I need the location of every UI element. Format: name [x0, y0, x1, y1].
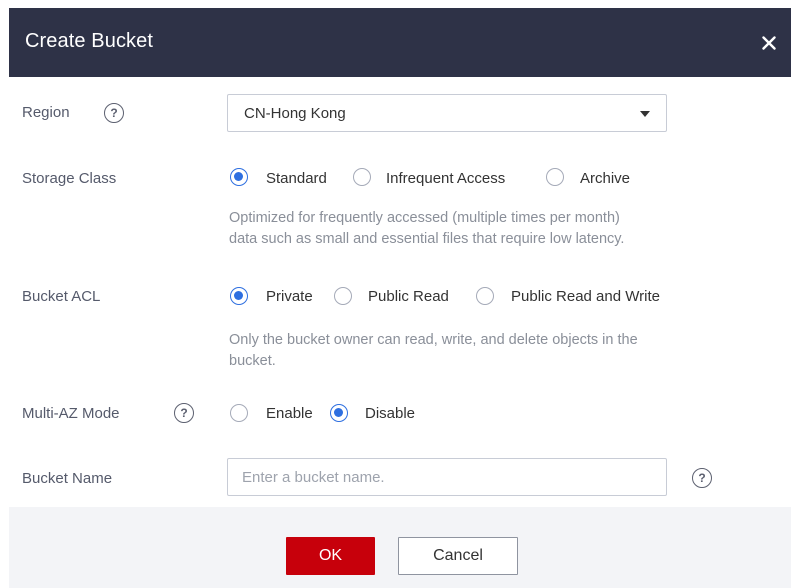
- create-bucket-dialog: Create Bucket Region ? CN-Hong Kong Stor…: [9, 8, 791, 588]
- multi-az-label: Multi-AZ Mode: [22, 405, 120, 422]
- bucket-acl-description-line1: Only the bucket owner can read, write, a…: [229, 332, 638, 348]
- bucket-acl-public-read-radio[interactable]: [334, 287, 352, 305]
- multi-az-disable-radio[interactable]: [330, 404, 348, 422]
- multi-az-disable-label[interactable]: Disable: [365, 405, 415, 422]
- storage-class-infrequent-radio[interactable]: [353, 168, 371, 186]
- dialog-footer: OK Cancel: [9, 507, 791, 588]
- close-icon[interactable]: [757, 31, 781, 55]
- storage-class-description-line2: data such as small and essential files t…: [229, 231, 625, 247]
- dropdown-arrow-icon: [640, 111, 650, 117]
- bucket-name-input[interactable]: Enter a bucket name.: [227, 458, 667, 496]
- bucket-acl-private-label[interactable]: Private: [266, 288, 313, 305]
- region-label: Region: [22, 104, 70, 121]
- dialog-header: Create Bucket: [9, 8, 791, 77]
- multi-az-enable-label[interactable]: Enable: [266, 405, 313, 422]
- bucket-acl-description-line2: bucket.: [229, 353, 276, 369]
- cancel-button[interactable]: Cancel: [398, 537, 518, 575]
- region-select[interactable]: CN-Hong Kong: [227, 94, 667, 132]
- bucket-acl-private-radio[interactable]: [230, 287, 248, 305]
- storage-class-label: Storage Class: [22, 170, 117, 187]
- bucket-acl-label: Bucket ACL: [22, 288, 101, 305]
- region-selected-value: CN-Hong Kong: [244, 105, 346, 122]
- bucket-acl-description: Only the bucket owner can read, write, a…: [229, 330, 779, 372]
- storage-class-description: Optimized for frequently accessed (multi…: [229, 208, 779, 250]
- storage-class-archive-label[interactable]: Archive: [580, 170, 630, 187]
- bucket-name-label: Bucket Name: [22, 470, 113, 487]
- bucket-acl-public-read-label[interactable]: Public Read: [368, 288, 449, 305]
- storage-class-infrequent-label[interactable]: Infrequent Access: [386, 170, 505, 187]
- bucket-name-help-icon[interactable]: ?: [692, 468, 712, 488]
- region-help-icon[interactable]: ?: [104, 103, 124, 123]
- multi-az-help-icon[interactable]: ?: [174, 403, 194, 423]
- bucket-name-placeholder: Enter a bucket name.: [242, 469, 385, 486]
- storage-class-standard-label[interactable]: Standard: [266, 170, 327, 187]
- ok-button[interactable]: OK: [286, 537, 375, 575]
- storage-class-standard-radio[interactable]: [230, 168, 248, 186]
- multi-az-enable-radio[interactable]: [230, 404, 248, 422]
- storage-class-archive-radio[interactable]: [546, 168, 564, 186]
- storage-class-description-line1: Optimized for frequently accessed (multi…: [229, 210, 620, 226]
- bucket-acl-public-read-write-radio[interactable]: [476, 287, 494, 305]
- bucket-acl-public-read-write-label[interactable]: Public Read and Write: [511, 288, 660, 305]
- dialog-title: Create Bucket: [25, 30, 154, 52]
